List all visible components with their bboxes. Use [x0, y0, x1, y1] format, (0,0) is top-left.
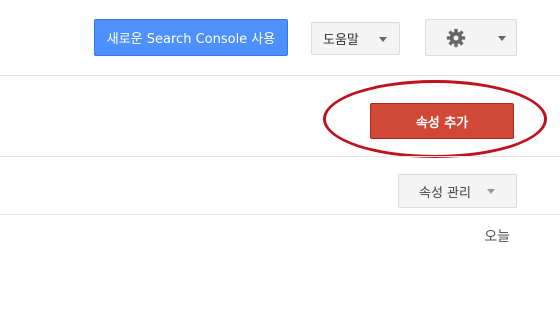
help-dropdown-button[interactable]: 도움말: [311, 22, 400, 55]
add-property-label: 속성 추가: [415, 115, 469, 131]
help-label: 도움말: [323, 33, 359, 48]
list-header-divider: [0, 214, 560, 215]
new-search-console-label: 새로운 Search Console 사용: [106, 32, 276, 47]
settings-dropdown-button[interactable]: [425, 19, 517, 56]
date-label: 오늘: [484, 229, 510, 245]
gear-icon: [446, 28, 466, 47]
chevron-down-icon: [498, 36, 506, 41]
header-divider: [0, 75, 560, 76]
manage-property-label: 속성 관리: [419, 185, 471, 201]
add-property-button[interactable]: 속성 추가: [370, 103, 514, 139]
toolbar-divider: [0, 156, 560, 157]
chevron-down-icon: [379, 37, 387, 42]
chevron-down-icon: [487, 189, 495, 194]
new-search-console-button[interactable]: 새로운 Search Console 사용: [94, 19, 288, 56]
manage-property-button[interactable]: 속성 관리: [398, 174, 517, 208]
